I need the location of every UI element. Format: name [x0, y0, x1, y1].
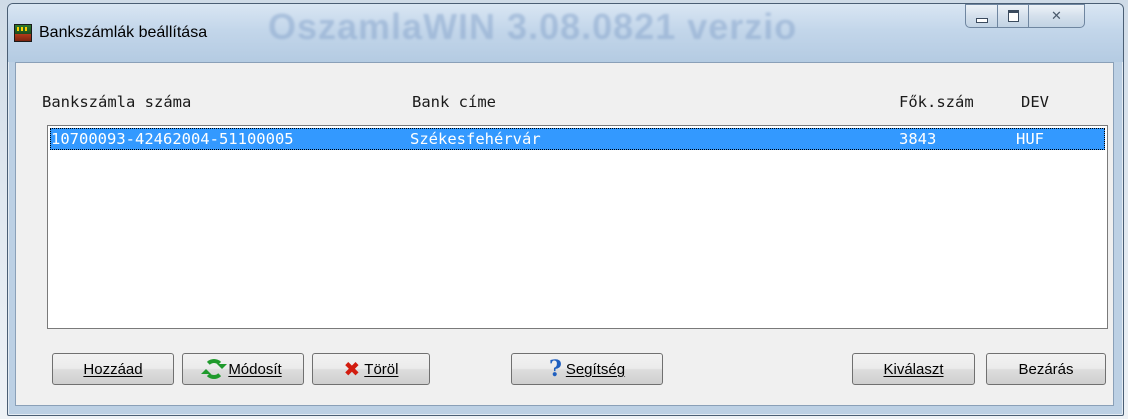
- cell-bank-address: Székesfehérvár: [410, 130, 541, 148]
- close-button-label: Bezárás: [1018, 360, 1074, 378]
- list-item[interactable]: 10700093-42462004-51100005 Székesfehérvá…: [50, 128, 1105, 150]
- maximize-icon: [1007, 10, 1019, 22]
- caption-buttons: ✕: [965, 4, 1115, 28]
- close-icon: ✕: [1051, 8, 1062, 24]
- minimize-icon: [975, 17, 988, 23]
- delete-button[interactable]: ✖ Töröl: [312, 353, 430, 385]
- red-x-icon: ✖: [343, 357, 361, 381]
- modify-button-label: Módosít: [228, 360, 282, 378]
- modify-button[interactable]: Módosít: [182, 353, 304, 385]
- question-mark-icon: ?: [548, 356, 562, 382]
- cell-currency: HUF: [1016, 130, 1044, 148]
- add-button-label: Hozzáad: [83, 360, 143, 378]
- minimize-button[interactable]: [965, 4, 998, 28]
- maximize-button[interactable]: [998, 4, 1029, 28]
- header-bank-address: Bank címe: [412, 93, 496, 111]
- add-button[interactable]: Hozzáad: [52, 353, 174, 385]
- select-button-label: Kiválaszt: [883, 360, 944, 378]
- window-title: Bankszámlák beállítása: [39, 24, 208, 41]
- title-bar[interactable]: OszamlaWIN 3.08.0821 verzio Bankszámlák …: [8, 4, 1123, 62]
- header-currency: DEV: [1021, 93, 1049, 111]
- cell-account-number: 10700093-42462004-51100005: [51, 130, 294, 148]
- help-button[interactable]: ? Segítség: [511, 353, 663, 385]
- background-window-title: OszamlaWIN 3.08.0821 verzio: [268, 6, 798, 47]
- cell-ledger-number: 3843: [899, 130, 937, 148]
- header-ledger-number: Fők.szám: [899, 93, 974, 111]
- help-button-label: Segítség: [565, 360, 626, 378]
- select-button[interactable]: Kiválaszt: [852, 353, 975, 385]
- delete-button-label: Töröl: [364, 360, 399, 378]
- refresh-icon: [201, 359, 228, 379]
- bank-account-list[interactable]: 10700093-42462004-51100005 Székesfehérvá…: [47, 125, 1108, 329]
- header-account-number: Bankszámla száma: [42, 93, 192, 111]
- close-button[interactable]: Bezárás: [986, 353, 1106, 385]
- bank-accounts-dialog: OszamlaWIN 3.08.0821 verzio Bankszámlák …: [7, 3, 1124, 416]
- dialog-client-area: Bankszámla száma Bank címe Fők.szám DEV …: [15, 62, 1114, 406]
- close-window-button[interactable]: ✕: [1029, 4, 1085, 28]
- app-icon: [14, 24, 32, 42]
